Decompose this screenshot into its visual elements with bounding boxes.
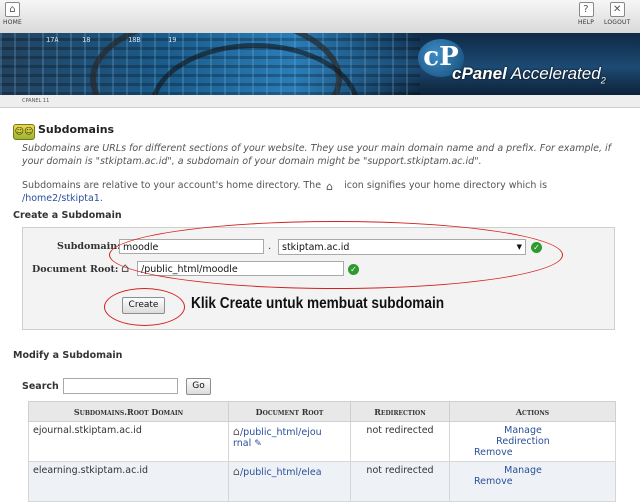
edit-icon[interactable]: ✎: [254, 439, 262, 449]
annotation-ellipse: [109, 221, 563, 289]
desc-text: icon signifies your home directory which…: [344, 180, 548, 191]
redirection-cell: not redirected: [350, 461, 450, 502]
help-label: HELP: [578, 19, 595, 26]
house-icon: ⌂: [233, 425, 240, 438]
banner-number: 19: [168, 36, 177, 44]
banner-number: 18: [82, 36, 91, 44]
home-label: HOME: [3, 19, 23, 26]
actions-cell: Manage Redirection Remove: [449, 421, 616, 462]
help-button[interactable]: ? HELP: [578, 2, 594, 26]
manage-link[interactable]: Manage: [492, 465, 554, 476]
brand-suffix: Accelerated: [510, 64, 601, 83]
column-header[interactable]: Subdomains.Root Domain: [28, 401, 229, 422]
page-title: Subdomains: [38, 123, 115, 136]
redirection-cell: not redirected: [350, 421, 450, 462]
banner-number: 18B: [128, 36, 141, 44]
desc-text: Subdomains are relative to your account'…: [22, 180, 322, 191]
home-button[interactable]: ⌂ HOME: [3, 2, 22, 26]
table-row: elearning.stkiptam.ac.id ⌂/public_html/e…: [28, 461, 616, 502]
document-root-cell: ⌂/public_html/elea: [228, 461, 351, 502]
document-root-link-cont[interactable]: rnal: [233, 438, 251, 449]
document-root-label: Document Root:: [32, 264, 119, 275]
document-root-cell: ⌂/public_html/ejou rnal ✎: [228, 421, 351, 462]
modify-section-title: Modify a Subdomain: [13, 350, 123, 361]
search-label: Search: [22, 381, 59, 392]
subdomains-table: Subdomains.Root Domain Document Root Red…: [28, 401, 616, 502]
house-icon: ⌂: [233, 465, 240, 478]
annotation-caption: Klik Create untuk membuat subdomain: [191, 295, 445, 312]
column-header[interactable]: Redirection: [350, 401, 450, 422]
table-header-row: Subdomains.Root Domain Document Root Red…: [28, 401, 616, 422]
cpanel-banner: 17A 18 18B 19 cP cPanel Accelerated2: [0, 33, 640, 95]
subdomain-cell: elearning.stkiptam.ac.id: [28, 461, 229, 502]
create-section-title: Create a Subdomain: [13, 210, 122, 221]
page-description: Subdomains are URLs for different sectio…: [22, 143, 612, 167]
table-row: ejournal.stkiptam.ac.id ⌂/public_html/ej…: [28, 421, 616, 462]
brand-name: cPanel: [452, 64, 507, 83]
annotation-ellipse: [104, 288, 185, 326]
column-header[interactable]: Document Root: [228, 401, 351, 422]
home-dir-path: /home2/stkipta1.: [22, 193, 103, 204]
subdomain-cell: ejournal.stkiptam.ac.id: [28, 421, 229, 462]
logout-label: LOGOUT: [604, 19, 631, 26]
subdomains-icon: ☺☺: [13, 124, 35, 140]
go-button[interactable]: Go: [186, 378, 211, 395]
document-root-link[interactable]: /public_html/elea: [240, 467, 322, 478]
banner-number: 17A: [46, 36, 59, 44]
brand-version: 2: [600, 75, 606, 86]
home-dir-description: Subdomains are relative to your account'…: [22, 180, 632, 206]
help-icon: ?: [578, 2, 594, 17]
cpanel-logo-text: cPanel Accelerated2: [452, 64, 606, 85]
document-root-link[interactable]: /public_html/ejou: [240, 427, 322, 438]
top-bar: ⌂ HOME ? HELP ✕ LOGOUT: [0, 0, 640, 34]
version-bar: CPANEL 11: [0, 95, 640, 108]
logout-icon: ✕: [609, 2, 625, 17]
version-label: CPANEL 11: [22, 98, 50, 104]
manage-redirection-link[interactable]: Manage Redirection: [492, 425, 554, 447]
actions-cell: Manage Remove: [449, 461, 616, 502]
house-icon: ⌂: [326, 180, 334, 193]
remove-link[interactable]: Remove: [474, 476, 513, 487]
column-header: Actions: [449, 401, 616, 422]
home-icon: ⌂: [5, 2, 20, 17]
search-input[interactable]: [63, 378, 178, 394]
remove-link[interactable]: Remove: [474, 447, 513, 458]
logout-button[interactable]: ✕ LOGOUT: [604, 2, 630, 26]
